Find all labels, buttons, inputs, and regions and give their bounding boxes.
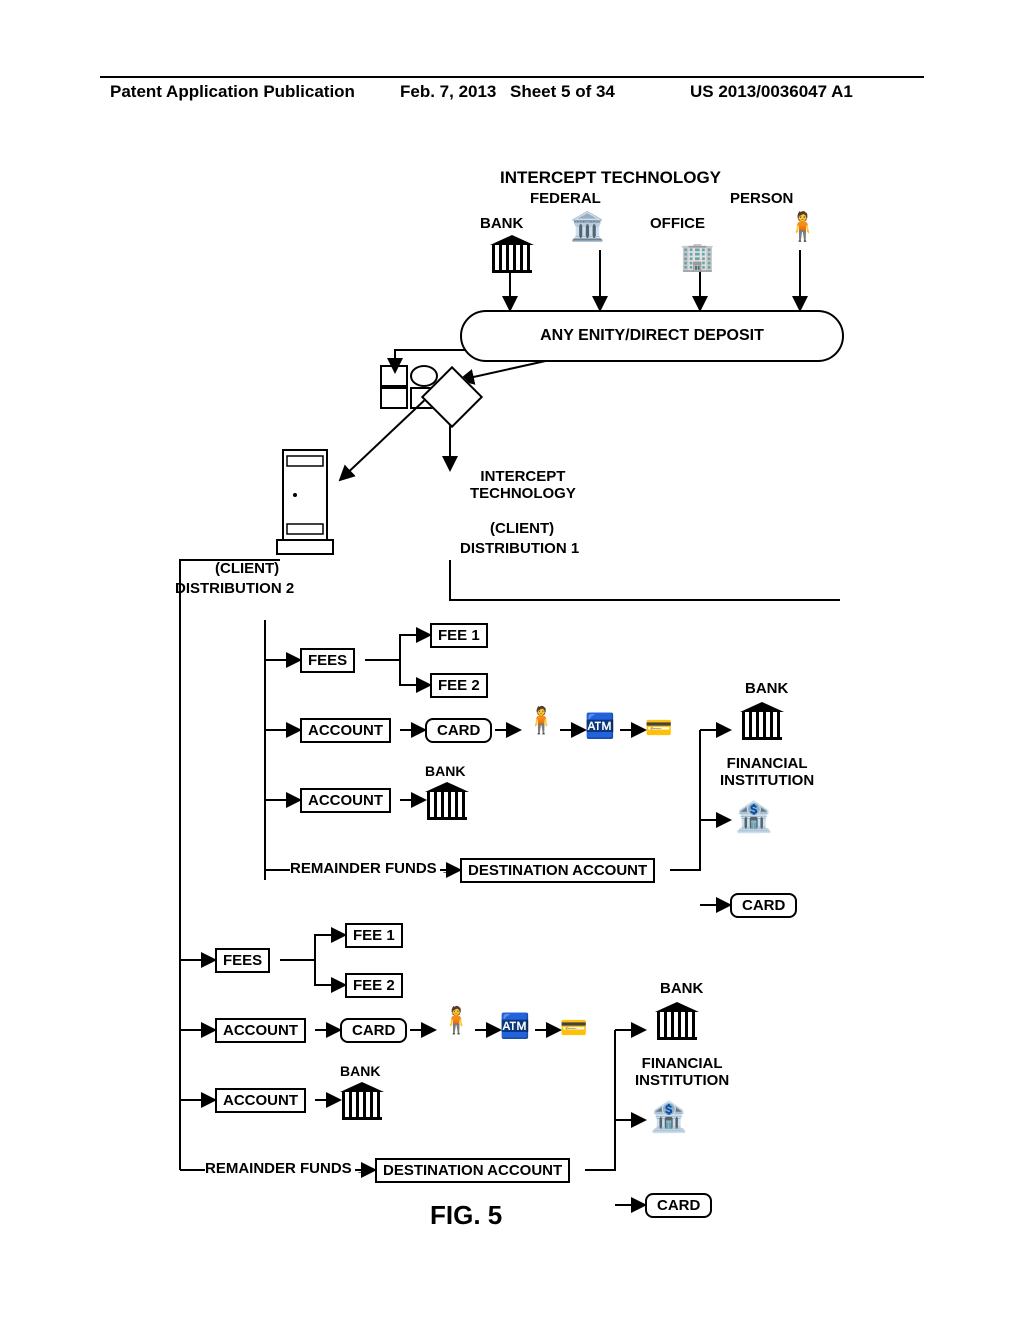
- b2-dest: DESTINATION ACCOUNT: [375, 1158, 570, 1183]
- b1-fee1: FEE 1: [430, 623, 488, 648]
- figure-label: FIG. 5: [430, 1200, 502, 1231]
- bank-label: BANK: [480, 215, 523, 232]
- b1-pos-icon: 💳: [645, 715, 672, 741]
- b2-remainder: REMAINDER FUNDS: [205, 1160, 352, 1177]
- b1-account2: ACCOUNT: [300, 788, 391, 813]
- b1-account1: ACCOUNT: [300, 718, 391, 743]
- b2-card: CARD: [340, 1018, 407, 1043]
- federal-icon: 🏛️: [570, 210, 605, 243]
- b2-fininst-icon: 🏦: [650, 1100, 687, 1135]
- person-label: PERSON: [730, 190, 793, 207]
- b1-atm-icon: 🏧: [585, 712, 615, 741]
- b1-bank-small-label: BANK: [425, 763, 465, 779]
- bank-icon: [490, 235, 534, 273]
- b1-card: CARD: [425, 718, 492, 743]
- b1-bank-icon: [425, 782, 469, 820]
- b2-account2: ACCOUNT: [215, 1088, 306, 1113]
- b2-atm-icon: 🏧: [500, 1012, 530, 1041]
- b2-fee1: FEE 1: [345, 923, 403, 948]
- b2-person-icon: 🧍: [440, 1005, 472, 1036]
- b2-fees: FEES: [215, 948, 270, 973]
- b2-bank-icon: [340, 1082, 384, 1120]
- header-sheet: Sheet 5 of 34: [510, 82, 615, 102]
- wires: [0, 0, 1024, 1320]
- arrow-icon: →: [355, 1162, 371, 1180]
- b1-fininst-icon: 🏦: [735, 800, 772, 835]
- federal-label: FEDERAL: [530, 190, 601, 207]
- b1-card-out: CARD: [730, 893, 797, 918]
- b1-remainder: REMAINDER FUNDS: [290, 860, 437, 877]
- b2-bank-small-label: BANK: [340, 1063, 380, 1079]
- b2-bank-big-label: BANK: [660, 980, 703, 997]
- b1-fees: FEES: [300, 648, 355, 673]
- b1-fee2: FEE 2: [430, 673, 488, 698]
- dist2-b: DISTRIBUTION 2: [175, 580, 294, 597]
- b1-bank-big-icon: [740, 702, 784, 740]
- office-icon: 🏢: [680, 240, 715, 273]
- title: INTERCEPT TECHNOLOGY: [500, 168, 721, 188]
- dist1-a: (CLIENT): [490, 520, 554, 537]
- b2-bank-big-icon: [655, 1002, 699, 1040]
- b1-fininst-label: FINANCIAL INSTITUTION: [720, 755, 814, 789]
- server-icon: [275, 440, 331, 550]
- arrow-icon: →: [440, 862, 456, 880]
- b1-dest: DESTINATION ACCOUNT: [460, 858, 655, 883]
- b1-bank-big-label: BANK: [745, 680, 788, 697]
- header-rule: [100, 76, 924, 78]
- cloud-text: ANY ENITY/DIRECT DEPOSIT: [540, 327, 764, 345]
- b2-card-out: CARD: [645, 1193, 712, 1218]
- dist2-a: (CLIENT): [215, 560, 279, 577]
- cloud: ANY ENITY/DIRECT DEPOSIT: [460, 310, 844, 362]
- header-left: Patent Application Publication: [110, 82, 355, 102]
- office-label: OFFICE: [650, 215, 705, 232]
- b2-pos-icon: 💳: [560, 1015, 587, 1041]
- b2-account1: ACCOUNT: [215, 1018, 306, 1043]
- b2-fee2: FEE 2: [345, 973, 403, 998]
- intercept-tech-label: INTERCEPT TECHNOLOGY: [470, 468, 576, 502]
- header-pubno: US 2013/0036047 A1: [690, 82, 853, 102]
- person-icon: 🧍: [785, 210, 820, 243]
- header-date: Feb. 7, 2013: [400, 82, 496, 102]
- page-root: Patent Application Publication Feb. 7, 2…: [0, 0, 1024, 1320]
- b2-fininst-label: FINANCIAL INSTITUTION: [635, 1055, 729, 1089]
- b1-person-icon: 🧍: [525, 705, 557, 736]
- dist1-b: DISTRIBUTION 1: [460, 540, 579, 557]
